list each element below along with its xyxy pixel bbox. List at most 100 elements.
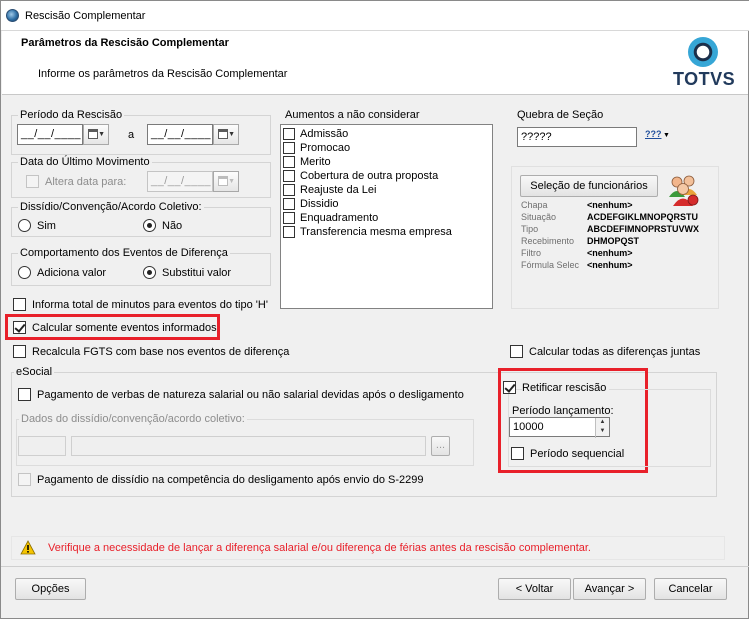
selecao-key: Filtro xyxy=(521,248,541,258)
window-title: Rescisão Complementar xyxy=(25,10,146,22)
periodo-end-calendar-button[interactable]: ▼ xyxy=(213,124,239,145)
dissidio-sim-radio[interactable] xyxy=(18,219,31,232)
periodo-rescisao-label: Período da Rescisão xyxy=(18,109,125,121)
dados-dissidio-label: Dados do dissídio/convenção/acordo colet… xyxy=(19,413,247,425)
aumentos-list[interactable]: Admissão Promocao Merito Cobertura de ou… xyxy=(280,124,493,309)
altera-data-date[interactable]: __/__/____ xyxy=(147,171,213,192)
page-subtitle: Informe os parâmetros da Rescisão Comple… xyxy=(38,68,288,80)
aumento-label: Cobertura de outra proposta xyxy=(300,170,439,182)
calendar-icon xyxy=(88,129,98,139)
aumento-label: Reajuste da Lei xyxy=(300,184,377,196)
calcular-todas-checkbox[interactable] xyxy=(510,345,523,358)
warning-text: Verifique a necessidade de lançar a dife… xyxy=(48,542,591,554)
aumentos-label: Aumentos a não considerar xyxy=(285,109,420,121)
aumento-checkbox[interactable] xyxy=(283,156,295,168)
aumento-label: Admissão xyxy=(300,128,349,140)
selecao-key: Recebimento xyxy=(521,236,575,246)
dissidio-nao-radio[interactable] xyxy=(143,219,156,232)
pagamento-verbas-label: Pagamento de verbas de natureza salarial… xyxy=(37,389,464,401)
warning-icon xyxy=(20,540,36,555)
retificar-rescisao-checkbox[interactable] xyxy=(503,381,516,394)
chevron-down-icon: ▼ xyxy=(228,178,235,185)
totvs-logo-text: TOTVS xyxy=(673,69,736,89)
altera-data-calendar-button[interactable]: ▼ xyxy=(213,171,239,192)
selecao-value: <nenhum> xyxy=(587,260,633,270)
aumento-label: Enquadramento xyxy=(300,212,379,224)
title-bar: Rescisão Complementar xyxy=(1,1,749,31)
selecao-key: Fórmula Selec xyxy=(521,260,580,270)
opcoes-button[interactable]: Opções xyxy=(15,578,86,600)
periodo-sequencial-label: Período sequencial xyxy=(530,448,625,460)
aumento-label: Dissidio xyxy=(300,198,339,210)
pagamento-dissidio-label: Pagamento de dissídio na competência do … xyxy=(37,474,424,486)
quebra-secao-label: Quebra de Seção xyxy=(517,109,604,121)
altera-data-checkbox[interactable] xyxy=(26,175,39,188)
periodo-lancamento-input[interactable]: 10000 ▲ ▼ xyxy=(509,417,610,438)
page-title: Parâmetros da Rescisão Complementar xyxy=(21,37,229,49)
dados-dissidio-description-input[interactable] xyxy=(71,436,426,456)
retificar-rescisao-label: Retificar rescisão xyxy=(522,382,610,395)
aumento-checkbox[interactable] xyxy=(283,198,295,210)
calendar-icon xyxy=(218,176,228,186)
selecao-key: Situação xyxy=(521,212,557,222)
aumento-checkbox[interactable] xyxy=(283,128,295,140)
periodo-separator: a xyxy=(128,129,135,141)
ultimo-movimento-label: Data do Último Movimento xyxy=(18,156,152,168)
selecao-value: ACDEFGIKLMNOPQRSTU xyxy=(587,212,698,222)
avancar-button[interactable]: Avançar > xyxy=(573,578,646,600)
dissidio-sim-label: Sim xyxy=(37,220,56,232)
substitui-valor-radio[interactable] xyxy=(143,266,156,279)
periodo-lancamento-spinner[interactable]: ▲ ▼ xyxy=(595,418,609,438)
quebra-secao-input[interactable]: ????? xyxy=(517,127,637,147)
selecao-value: <nenhum> xyxy=(587,248,633,258)
informa-total-label: Informa total de minutos para eventos do… xyxy=(32,299,268,311)
totvs-logo-icon xyxy=(688,37,718,67)
dados-dissidio-code-input[interactable] xyxy=(18,436,66,456)
aumento-label: Promocao xyxy=(300,142,351,154)
spin-up-icon[interactable]: ▲ xyxy=(596,418,609,427)
aumento-checkbox[interactable] xyxy=(283,184,295,196)
aumento-checkbox[interactable] xyxy=(283,142,295,154)
wizard-header: Parâmetros da Rescisão Complementar Info… xyxy=(2,31,748,95)
esocial-label: eSocial xyxy=(14,366,55,378)
altera-data-label: Altera data para: xyxy=(45,176,127,188)
quebra-secao-menu-button[interactable]: ??? ▼ xyxy=(645,129,671,145)
selecao-key: Chapa xyxy=(521,200,548,210)
chevron-down-icon: ▼ xyxy=(228,131,235,138)
adiciona-valor-radio[interactable] xyxy=(18,266,31,279)
selecao-key: Tipo xyxy=(521,224,539,234)
app-icon xyxy=(6,9,19,22)
recalcula-fgts-checkbox[interactable] xyxy=(13,345,26,358)
dissidio-nao-label: Não xyxy=(162,220,183,232)
selecao-value: <nenhum> xyxy=(587,200,633,210)
voltar-button[interactable]: < Voltar xyxy=(498,578,571,600)
dissidio-label: Dissídio/Convenção/Acordo Coletivo: xyxy=(18,201,204,213)
adiciona-valor-label: Adiciona valor xyxy=(37,267,107,279)
calendar-icon xyxy=(218,129,228,139)
periodo-start-date[interactable]: __/__/____ xyxy=(17,124,83,145)
calcular-somente-label: Calcular somente eventos informados xyxy=(32,322,217,334)
cancelar-button[interactable]: Cancelar xyxy=(654,578,727,600)
quebra-icon-text: ??? xyxy=(645,129,662,139)
aumento-checkbox[interactable] xyxy=(283,212,295,224)
selecao-value: ABCDEFIMNOPRSTUVWX xyxy=(587,224,699,234)
informa-total-checkbox[interactable] xyxy=(13,298,26,311)
periodo-lancamento-value: 10000 xyxy=(513,421,544,433)
periodo-start-calendar-button[interactable]: ▼ xyxy=(83,124,109,145)
periodo-end-date[interactable]: __/__/____ xyxy=(147,124,213,145)
substitui-valor-label: Substitui valor xyxy=(162,267,232,279)
periodo-sequencial-checkbox[interactable] xyxy=(511,447,524,460)
comportamento-label: Comportamento dos Eventos de Diferença xyxy=(18,247,230,259)
aumento-label: Merito xyxy=(300,156,331,168)
calcular-todas-label: Calcular todas as diferenças juntas xyxy=(529,346,701,358)
aumento-checkbox[interactable] xyxy=(283,170,295,182)
calcular-somente-checkbox[interactable] xyxy=(13,321,26,334)
selecao-funcionarios-button[interactable]: Seleção de funcionários xyxy=(520,175,658,197)
pagamento-verbas-checkbox[interactable] xyxy=(18,388,31,401)
dados-dissidio-browse-button[interactable]: ... xyxy=(431,436,450,456)
pagamento-dissidio-checkbox[interactable] xyxy=(18,473,31,486)
footer-divider xyxy=(1,566,749,567)
spin-down-icon[interactable]: ▼ xyxy=(596,427,609,436)
aumento-checkbox[interactable] xyxy=(283,226,295,238)
dialog-window: Rescisão Complementar Parâmetros da Resc… xyxy=(0,0,749,619)
